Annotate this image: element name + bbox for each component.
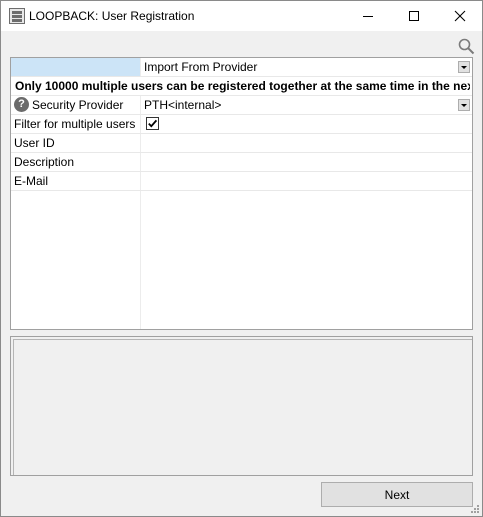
app-icon <box>9 8 25 24</box>
import-source-select[interactable]: Import From Provider <box>141 58 472 76</box>
chevron-down-icon <box>461 65 467 69</box>
import-source-label <box>11 58 140 76</box>
email-label: E-Mail <box>14 174 49 188</box>
resize-grip-icon[interactable] <box>470 504 480 514</box>
help-icon[interactable]: ? <box>14 97 29 113</box>
import-source-row[interactable]: Import From Provider <box>11 58 472 77</box>
close-icon <box>454 10 466 22</box>
details-panel-inner <box>13 339 472 475</box>
user-id-row[interactable]: User ID <box>11 134 472 153</box>
title-bar[interactable]: LOOPBACK: User Registration <box>1 1 482 31</box>
warning-message: Only 10000 multiple users can be registe… <box>15 79 470 93</box>
security-provider-label-cell: ? Security Provider <box>11 96 140 114</box>
security-provider-value: PTH<internal> <box>144 98 222 112</box>
minimize-icon <box>363 15 373 17</box>
description-field[interactable] <box>141 153 472 171</box>
checkmark-icon <box>148 119 158 128</box>
filter-multiple-label: Filter for multiple users <box>14 117 136 131</box>
user-id-label: User ID <box>14 136 55 150</box>
filter-multiple-checkbox[interactable] <box>146 117 159 130</box>
filter-multiple-cell[interactable] <box>141 115 472 133</box>
description-row[interactable]: Description <box>11 153 472 172</box>
security-provider-select[interactable]: PTH<internal> <box>141 96 472 114</box>
window-title: LOOPBACK: User Registration <box>29 9 195 23</box>
email-row[interactable]: E-Mail <box>11 172 472 191</box>
user-registration-window: LOOPBACK: User Registration Import From … <box>0 0 483 517</box>
user-id-field[interactable] <box>141 134 472 152</box>
security-provider-dropdown-button[interactable] <box>458 99 470 111</box>
close-button[interactable] <box>437 1 483 31</box>
security-provider-label: Security Provider <box>32 98 124 112</box>
search-icon[interactable] <box>458 38 475 55</box>
next-button[interactable]: Next <box>321 482 473 507</box>
minimize-button[interactable] <box>345 1 391 31</box>
property-grid: Import From Provider Only 10000 multiple… <box>10 57 473 330</box>
maximize-button[interactable] <box>391 1 437 31</box>
warning-row: Only 10000 multiple users can be registe… <box>11 77 472 96</box>
details-panel <box>10 336 473 476</box>
maximize-icon <box>409 11 419 21</box>
import-source-dropdown-button[interactable] <box>458 61 470 73</box>
security-provider-row[interactable]: ? Security Provider PTH<internal> <box>11 96 472 115</box>
description-label: Description <box>14 155 75 169</box>
email-field[interactable] <box>141 172 472 190</box>
filter-multiple-row[interactable]: Filter for multiple users <box>11 115 472 134</box>
chevron-down-icon <box>461 103 467 107</box>
import-source-value: Import From Provider <box>144 60 258 74</box>
